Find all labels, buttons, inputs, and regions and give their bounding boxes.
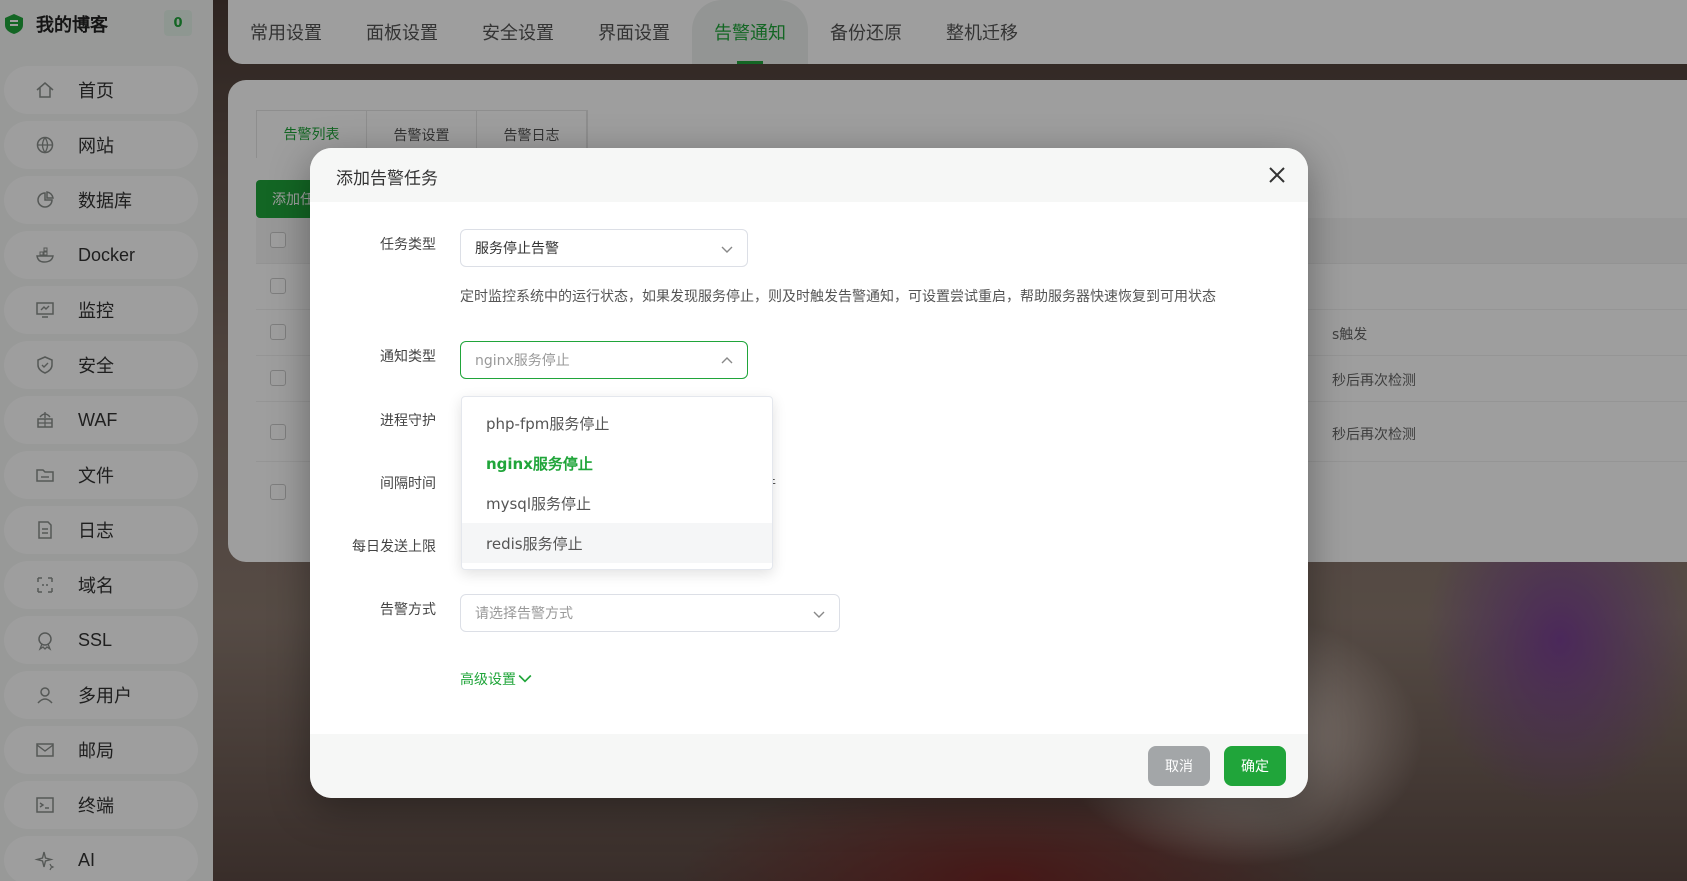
chevron-down-icon [518, 674, 532, 683]
notify-type-label: 通知类型 [380, 349, 436, 365]
task-type-description: 定时监控系统中的运行状态，如果发现服务停止，则及时触发告警通知，可设置尝试重启，… [460, 289, 1216, 305]
chevron-up-icon [721, 357, 733, 364]
daily-limit-label: 每日发送上限 [352, 539, 436, 555]
dialog-footer: 取消 确定 [310, 734, 1308, 798]
notify-type-select[interactable]: nginx服务停止 [460, 341, 748, 379]
dropdown-option-mysql[interactable]: mysql服务停止 [462, 483, 772, 523]
dropdown-option-php-fpm[interactable]: php-fpm服务停止 [462, 403, 772, 443]
alert-method-label: 告警方式 [380, 602, 436, 618]
advanced-settings-toggle[interactable]: 高级设置 [460, 669, 532, 689]
task-type-label: 任务类型 [380, 237, 436, 253]
interval-label: 间隔时间 [380, 476, 436, 492]
add-alert-task-dialog: 添加告警任务 任务类型 服务停止告警 定时监控系统中的运行状态，如果发现服务停止… [310, 148, 1308, 798]
close-icon[interactable] [1265, 163, 1289, 187]
dropdown-option-nginx[interactable]: nginx服务停止 [462, 443, 772, 483]
alert-method-placeholder: 请选择告警方式 [475, 606, 573, 622]
notify-type-dropdown: php-fpm服务停止 nginx服务停止 mysql服务停止 redis服务停… [461, 396, 773, 570]
chevron-down-icon [721, 246, 733, 253]
dialog-header: 添加告警任务 [310, 148, 1308, 202]
task-type-select[interactable]: 服务停止告警 [460, 229, 748, 267]
cancel-button[interactable]: 取消 [1148, 746, 1210, 786]
advanced-settings-label: 高级设置 [460, 672, 516, 688]
chevron-down-icon [813, 611, 825, 618]
process-guard-label: 进程守护 [380, 413, 436, 429]
task-type-value: 服务停止告警 [475, 241, 559, 257]
dropdown-option-redis[interactable]: redis服务停止 [462, 523, 772, 563]
confirm-button[interactable]: 确定 [1224, 746, 1286, 786]
notify-type-placeholder: nginx服务停止 [475, 353, 570, 369]
dialog-title: 添加告警任务 [336, 169, 438, 189]
alert-method-select[interactable]: 请选择告警方式 [460, 594, 840, 632]
